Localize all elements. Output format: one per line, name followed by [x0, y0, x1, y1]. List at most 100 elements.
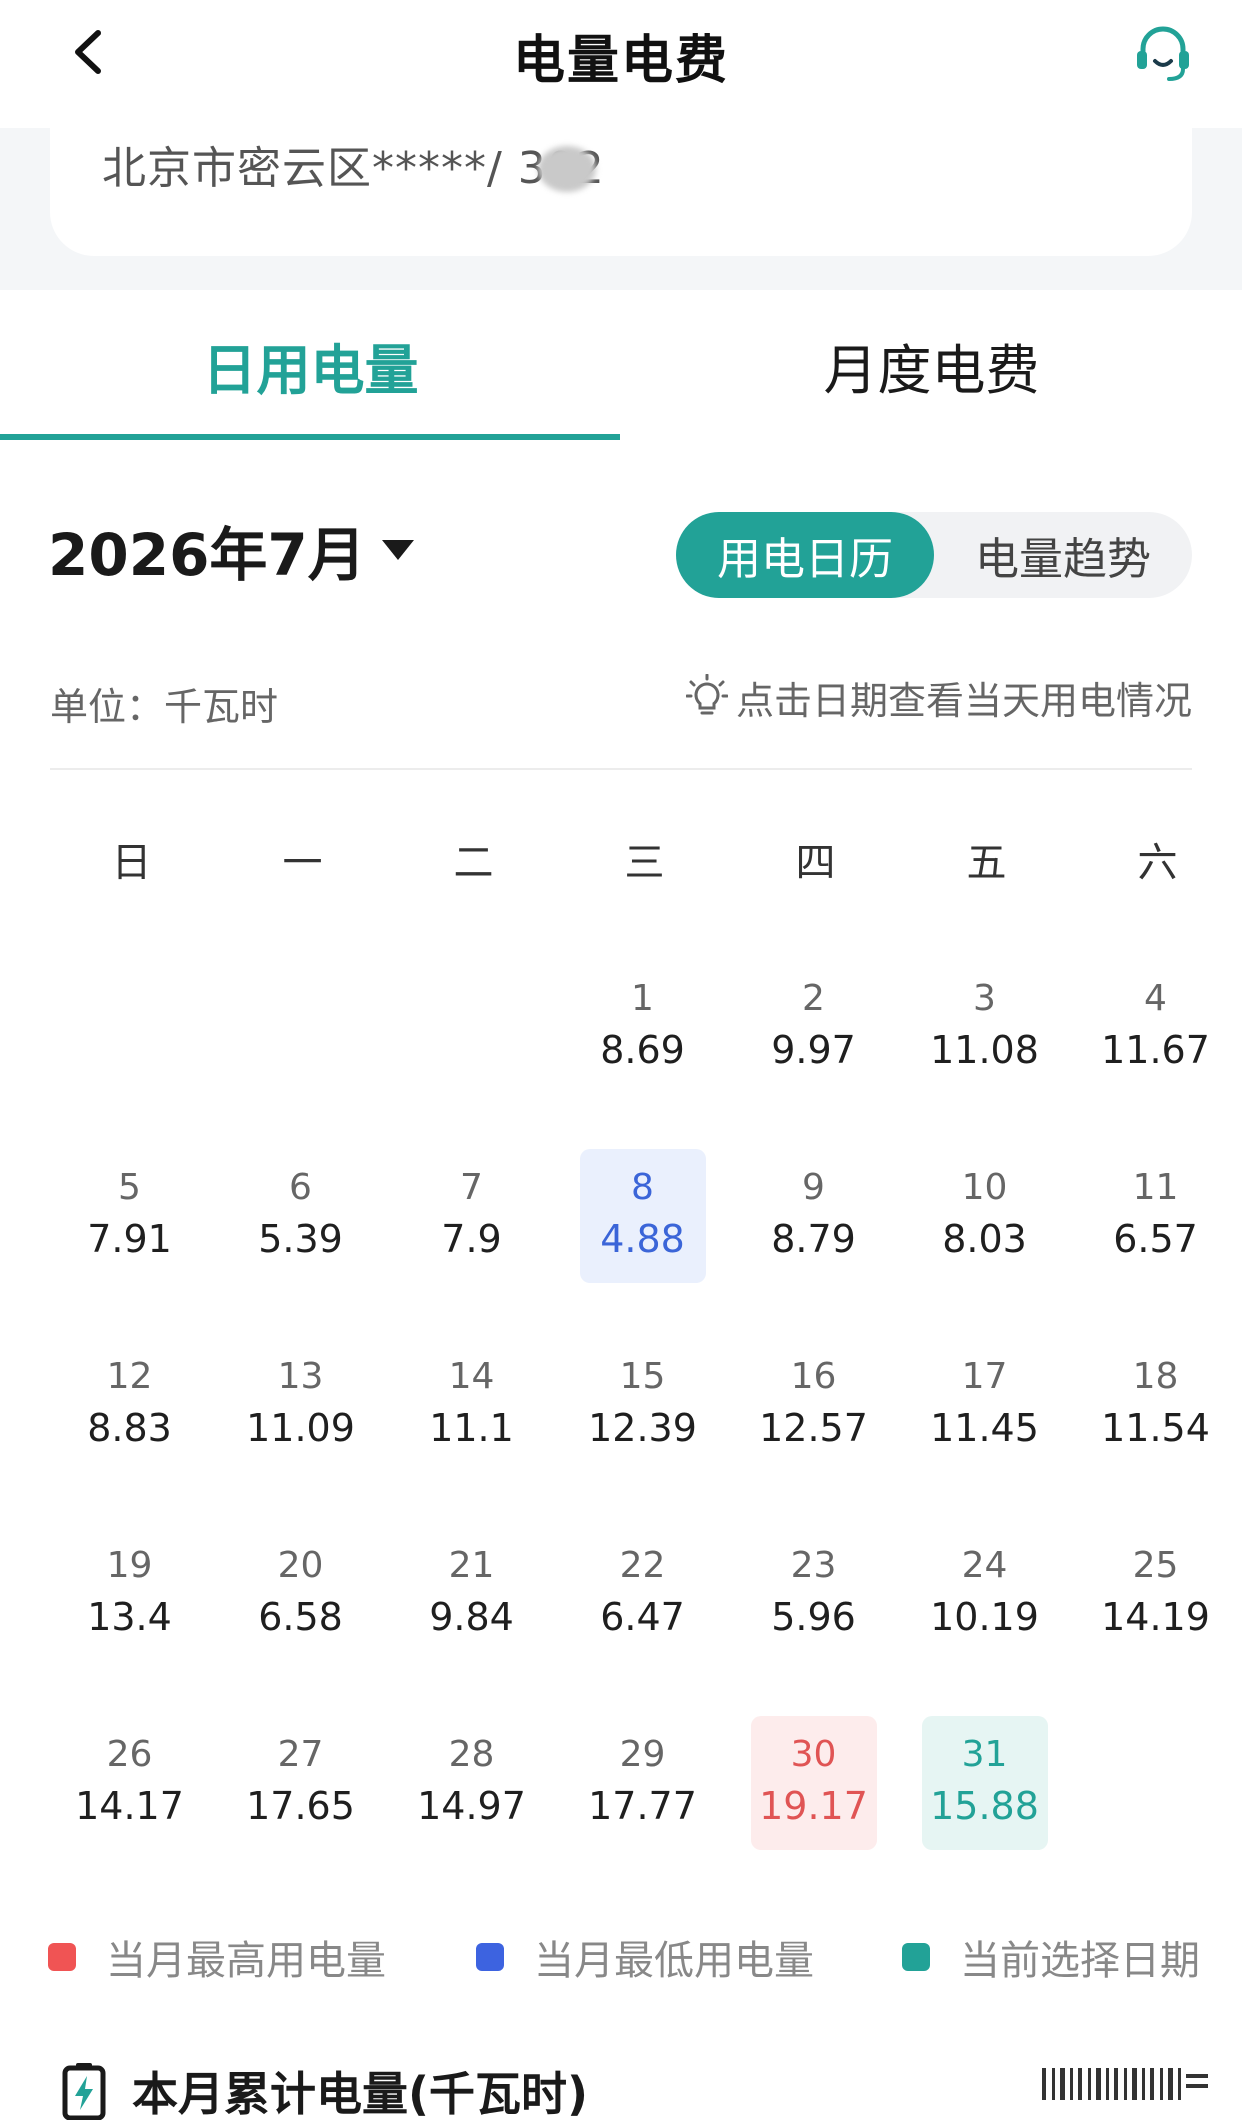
- calendar-day[interactable]: 5 7.91: [67, 1149, 193, 1283]
- day-usage-value: 7.9: [441, 1217, 502, 1261]
- toggle-usage-trend[interactable]: 电量趋势: [934, 512, 1192, 598]
- tap-date-hint: 点击日期查看当天用电情况: [685, 670, 1192, 725]
- calendar-day[interactable]: 4 11.67: [1093, 960, 1219, 1094]
- day-number: 19: [106, 1545, 153, 1586]
- day-number: 9: [802, 1167, 825, 1208]
- address-section: 北京市密云区*****/ 302: [0, 128, 1242, 290]
- weekday-label: 日: [111, 840, 152, 886]
- day-number: 1: [631, 978, 654, 1019]
- tab-bar: 日用电量 月度电费: [0, 290, 1242, 440]
- day-number: 10: [961, 1167, 1008, 1208]
- calendar-day[interactable]: 19 13.4: [67, 1527, 193, 1661]
- calendar-day[interactable]: 29 17.77: [580, 1716, 706, 1850]
- day-number: 20: [277, 1545, 324, 1586]
- day-usage-value: 8.03: [942, 1217, 1027, 1261]
- page-title: 电量电费: [512, 31, 729, 91]
- weekday-label: 五: [966, 840, 1007, 886]
- day-usage-value: 11.08: [930, 1028, 1039, 1072]
- calendar-day[interactable]: 25 14.19: [1093, 1527, 1219, 1661]
- calendar-day[interactable]: 31 15.88: [921, 1716, 1048, 1850]
- day-usage-value: 13.4: [87, 1595, 172, 1639]
- calendar-day[interactable]: 10 8.03: [922, 1149, 1048, 1283]
- day-number: 16: [790, 1356, 837, 1397]
- day-usage-value: 9.84: [429, 1595, 514, 1639]
- month-selector[interactable]: 2026年7月: [48, 510, 414, 590]
- calendar-day[interactable]: 27 17.65: [238, 1716, 364, 1850]
- calendar-day[interactable]: 20 6.58: [238, 1527, 364, 1661]
- legend-item: 当前选择日期: [902, 1928, 1200, 1986]
- weekday-label: 三: [624, 840, 665, 886]
- legend-swatch: [902, 1943, 930, 1971]
- day-usage-value: 5.39: [258, 1217, 343, 1261]
- day-usage-value: 8.83: [87, 1406, 172, 1450]
- calendar-day[interactable]: 1 8.69: [580, 960, 706, 1094]
- day-number: 21: [448, 1545, 495, 1586]
- day-number: 31: [961, 1734, 1008, 1775]
- day-number: 30: [790, 1734, 837, 1775]
- toggle-usage-calendar[interactable]: 用电日历: [676, 512, 934, 598]
- day-usage-value: 15.88: [930, 1784, 1039, 1828]
- day-number: 25: [1132, 1545, 1179, 1586]
- hint-text: 点击日期查看当天用电情况: [735, 679, 1192, 723]
- day-number: 18: [1132, 1356, 1179, 1397]
- legend-label: 当月最高用电量: [106, 1938, 386, 1984]
- legend-item: 当月最高用电量: [48, 1928, 386, 1986]
- calendar-day[interactable]: 30 19.17: [750, 1716, 877, 1850]
- calendar-day[interactable]: 24 10.19: [922, 1527, 1048, 1661]
- day-usage-value: 10.19: [930, 1595, 1039, 1639]
- customer-service-button[interactable]: [1128, 18, 1198, 88]
- calendar-day[interactable]: 23 5.96: [751, 1527, 877, 1661]
- day-number: 2: [802, 978, 825, 1019]
- calendar-day[interactable]: 13 11.09: [238, 1338, 364, 1472]
- calendar-day[interactable]: 7 7.9: [409, 1149, 535, 1283]
- calendar-day[interactable]: 6 5.39: [238, 1149, 364, 1283]
- legend: 当月最高用电量 当月最低用电量 当前选择日期: [0, 1928, 1242, 1988]
- day-usage-value: 5.96: [771, 1595, 856, 1639]
- day-number: 6: [289, 1167, 312, 1208]
- day-number: 14: [448, 1356, 495, 1397]
- legend-item: 当月最低用电量: [476, 1928, 814, 1986]
- calendar-day[interactable]: 28 14.97: [409, 1716, 535, 1850]
- calendar-day[interactable]: 15 12.39: [580, 1338, 706, 1472]
- day-usage-value: 17.65: [246, 1784, 355, 1828]
- day-number: 27: [277, 1734, 324, 1775]
- redaction-smudge: [538, 146, 596, 192]
- cumulative-section: 本月累计电量(千瓦时): [62, 2058, 588, 2124]
- day-number: 11: [1132, 1167, 1179, 1208]
- day-usage-value: 6.58: [258, 1595, 343, 1639]
- day-number: 26: [106, 1734, 153, 1775]
- day-usage-value: 14.19: [1101, 1595, 1210, 1639]
- calendar-day[interactable]: 9 8.79: [751, 1149, 877, 1283]
- day-usage-value: 7.91: [87, 1217, 172, 1261]
- calendar-day[interactable]: 12 8.83: [67, 1338, 193, 1472]
- calendar-day[interactable]: 18 11.54: [1093, 1338, 1219, 1472]
- legend-swatch: [476, 1943, 504, 1971]
- calendar-day[interactable]: 26 14.17: [67, 1716, 193, 1850]
- day-number: 3: [973, 978, 996, 1019]
- month-label: 2026年7月: [48, 521, 366, 589]
- calendar-day[interactable]: 3 11.08: [922, 960, 1048, 1094]
- day-usage-value: 4.88: [600, 1217, 685, 1261]
- day-usage-value: 17.77: [588, 1784, 697, 1828]
- day-usage-value: 11.09: [246, 1406, 355, 1450]
- tab-daily-usage[interactable]: 日用电量: [0, 290, 621, 440]
- calendar-day[interactable]: 2 9.97: [751, 960, 877, 1094]
- battery-bolt-icon: [62, 2063, 106, 2120]
- tab-monthly-bill[interactable]: 月度电费: [621, 290, 1242, 440]
- weekday-label: 二: [453, 840, 494, 886]
- calendar-day[interactable]: 17 11.45: [922, 1338, 1048, 1472]
- calendar-day[interactable]: 21 9.84: [409, 1527, 535, 1661]
- calendar-day[interactable]: 22 6.47: [580, 1527, 706, 1661]
- calendar-day[interactable]: 14 11.1: [409, 1338, 535, 1472]
- weekday-label: 四: [795, 840, 836, 886]
- weekday-header: 日一二三四五六: [48, 830, 1194, 890]
- calendar-day[interactable]: 16 12.57: [751, 1338, 877, 1472]
- day-number: 24: [961, 1545, 1008, 1586]
- weekday-label: 一: [282, 840, 323, 886]
- app-header: 电量电费: [0, 0, 1242, 128]
- day-usage-value: 6.47: [600, 1595, 685, 1639]
- calendar-day[interactable]: 8 4.88: [579, 1149, 706, 1283]
- cumulative-title: 本月累计电量(千瓦时): [132, 2067, 589, 2121]
- active-tab-indicator: [0, 434, 620, 440]
- calendar-day[interactable]: 11 6.57: [1093, 1149, 1219, 1283]
